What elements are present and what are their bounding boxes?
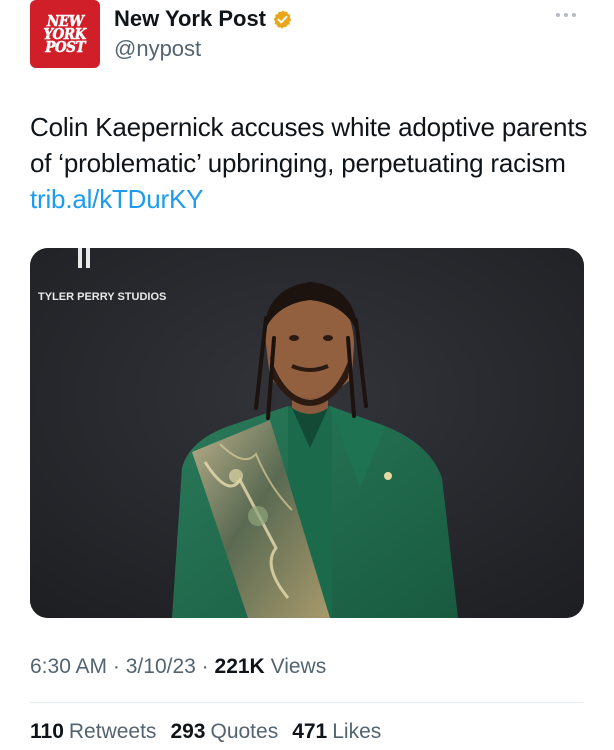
views-count: 221K (214, 655, 265, 678)
tweet-photo[interactable]: TYLER PERRY STUDIOS (30, 248, 584, 618)
tweet-meta: 6:30 AM · 3/10/23 · 221K Views (30, 655, 326, 679)
display-name[interactable]: New York Post (114, 6, 293, 32)
avatar[interactable]: NEW YORK POST (30, 0, 100, 68)
retweets-label: Retweets (68, 720, 157, 743)
backdrop-text: TYLER PERRY STUDIOS (38, 291, 166, 303)
meta-separator: · (112, 655, 120, 678)
likes-count: 471 (292, 720, 328, 743)
handle[interactable]: @nypost (114, 36, 201, 62)
meta-separator: · (201, 655, 209, 678)
quotes-label: Quotes (210, 720, 279, 743)
tweet-date[interactable]: 3/10/23 (126, 655, 196, 678)
likes-stat[interactable]: 471 Likes (292, 720, 381, 744)
verified-badge-icon (273, 9, 292, 29)
tweet-time[interactable]: 6:30 AM (30, 655, 107, 678)
tweet-link[interactable]: trib.al/kTDurKY (30, 184, 203, 214)
tweet-card: NEW YORK POST New York Post @nypost Coli… (0, 0, 614, 750)
quotes-stat[interactable]: 293 Quotes (170, 720, 278, 744)
ellipsis-icon[interactable] (556, 10, 576, 20)
display-name-text: New York Post (114, 6, 267, 31)
photo-illustration: TYLER PERRY STUDIOS (30, 248, 584, 618)
avatar-line-3: POST (45, 37, 86, 56)
tweet-body: Colin Kaepernick accuses white adoptive … (30, 112, 588, 178)
views-label: Views (270, 655, 327, 678)
divider (30, 702, 584, 703)
likes-label: Likes (332, 720, 382, 743)
tweet-stats: 110 Retweets 293 Quotes 471 Likes (30, 720, 381, 744)
tweet-text: Colin Kaepernick accuses white adoptive … (30, 109, 590, 217)
quotes-count: 293 (170, 720, 206, 743)
retweets-count: 110 (30, 720, 64, 743)
retweets-stat[interactable]: 110 Retweets (30, 720, 156, 744)
